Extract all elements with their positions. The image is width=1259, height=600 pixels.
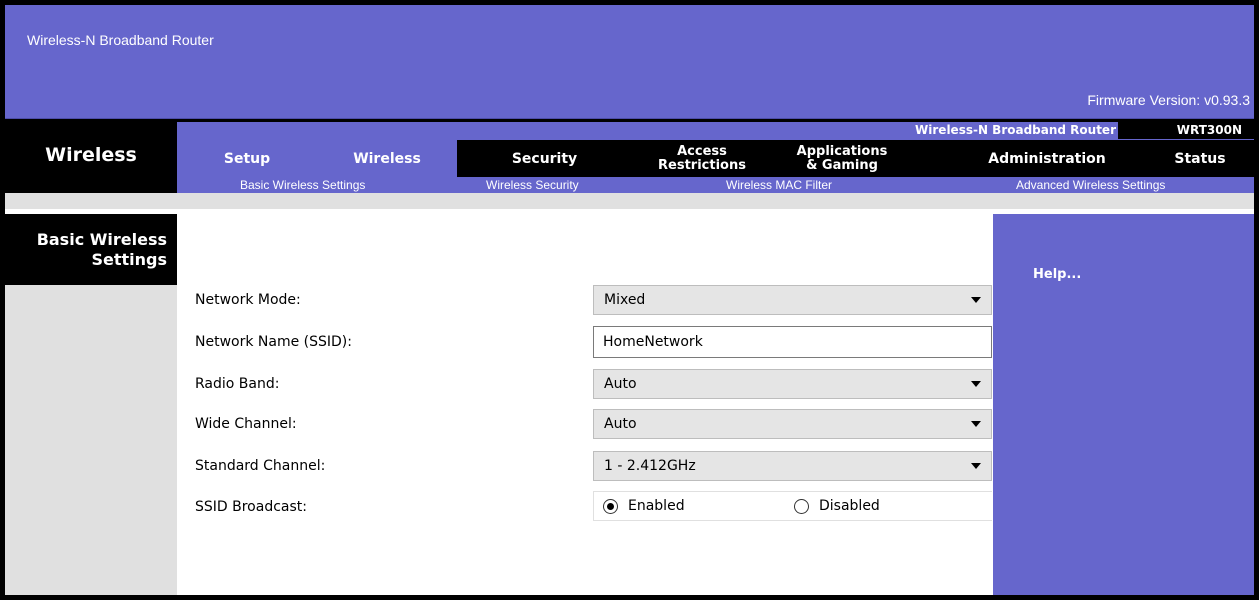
tab-wireless-label: Wireless [353,150,421,167]
standard-channel-value: 1 - 2.412GHz [604,458,696,474]
tab-apps-label-line1: Applications [796,143,888,159]
radio-band-value: Auto [604,376,637,392]
chevron-down-icon [971,421,981,427]
help-link[interactable]: Help... [1033,267,1081,282]
tab-administration-label: Administration [988,150,1106,167]
ssid-broadcast-label: SSID Broadcast: [195,499,307,515]
tab-security[interactable]: Security [457,140,632,177]
model-name: WRT300N [1176,123,1242,137]
tab-setup[interactable]: Setup [177,140,317,177]
page-heading-box: Basic Wireless Settings [5,214,177,285]
standard-channel-select[interactable]: 1 - 2.412GHz [593,451,992,481]
tab-administration[interactable]: Administration [959,140,1135,177]
tab-access-label-line2: Restrictions [658,157,746,173]
tab-status-label: Status [1174,150,1226,167]
radio-band-select[interactable]: Auto [593,369,992,399]
tab-applications-gaming[interactable]: Applications & Gaming [772,140,912,177]
ssid-broadcast-disabled-label: Disabled [819,498,880,514]
chevron-down-icon [971,297,981,303]
header-banner: Wireless-N Broadband Router Firmware Ver… [5,5,1254,119]
radio-checked-icon[interactable] [603,498,618,514]
chevron-down-icon [971,381,981,387]
radio-unchecked-icon[interactable] [794,498,809,514]
tab-wireless[interactable]: Wireless [317,140,457,177]
subtab-wireless-mac-filter[interactable]: Wireless MAC Filter [726,178,832,192]
page-title-line1: Basic Wireless [36,230,167,249]
tab-setup-label: Setup [223,150,271,167]
firmware-version: Firmware Version: v0.93.3 [1087,92,1250,108]
wide-channel-select[interactable]: Auto [593,409,992,439]
network-mode-label: Network Mode: [195,292,301,308]
subtab-advanced-wireless-settings[interactable]: Advanced Wireless Settings [1016,178,1165,192]
subtab-basic-wireless-settings[interactable]: Basic Wireless Settings [240,178,365,192]
chevron-down-icon [971,463,981,469]
radio-band-label: Radio Band: [195,376,280,392]
ssid-broadcast-disabled[interactable]: Disabled [794,498,880,514]
network-mode-value: Mixed [604,292,646,308]
ssid-broadcast-group: Enabled Disabled [593,491,992,521]
subtab-wireless-security[interactable]: Wireless Security [486,178,579,192]
banner-title: Wireless-N Broadband Router [27,32,214,48]
tab-status[interactable]: Status [1155,140,1245,177]
divider-bar [5,193,1254,209]
page-title: Basic Wireless Settings [7,230,167,270]
ssid-broadcast-enabled-label: Enabled [628,498,685,514]
section-title: Wireless [45,144,137,166]
ssid-input[interactable] [593,326,992,358]
ssid-broadcast-enabled[interactable]: Enabled [603,498,685,514]
wide-channel-label: Wide Channel: [195,416,297,432]
product-name: Wireless-N Broadband Router [915,123,1116,137]
tab-access-restrictions[interactable]: Access Restrictions [632,140,772,177]
wide-channel-value: Auto [604,416,637,432]
ssid-label: Network Name (SSID): [195,334,352,350]
tab-apps-label-line2: & Gaming [806,157,878,173]
router-admin-window: Wireless-N Broadband Router Firmware Ver… [0,0,1259,600]
network-mode-select[interactable]: Mixed [593,285,992,315]
tab-security-label: Security [511,150,578,167]
page-title-line2: Settings [91,250,167,269]
help-panel: Help... [993,214,1254,595]
tab-access-label-line1: Access [677,143,727,159]
standard-channel-label: Standard Channel: [195,458,326,474]
